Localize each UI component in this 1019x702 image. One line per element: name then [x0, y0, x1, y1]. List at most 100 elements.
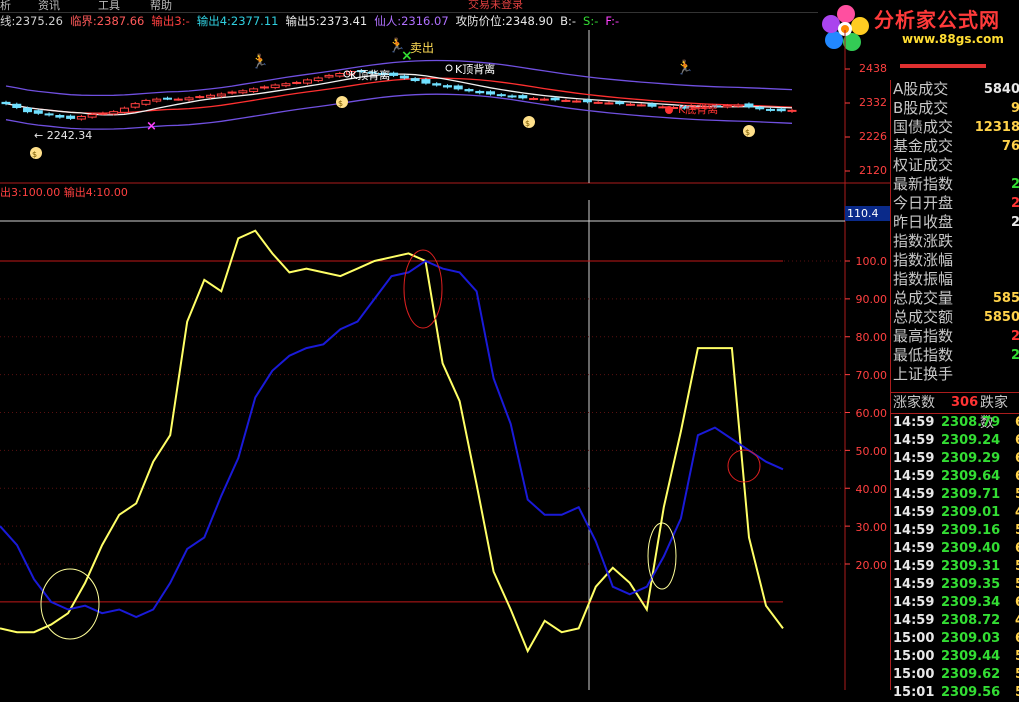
tick-row[interactable]: 15:002309.036 — [893, 630, 1019, 648]
stat-row[interactable]: 总成交额5850 — [893, 308, 1019, 327]
tick-time: 15:00 — [893, 631, 934, 646]
tick-row[interactable]: 14:592308.724 — [893, 612, 1019, 630]
osc-tick: 50.00 — [845, 445, 887, 458]
runner-icon: 🏃 — [388, 37, 405, 54]
tick-row[interactable]: 14:592309.355 — [893, 576, 1019, 594]
tick-row[interactable]: 14:592309.165 — [893, 522, 1019, 540]
stat-label: 总成交额 — [893, 308, 953, 326]
tick-price: 2308.72 — [941, 612, 1000, 630]
candle-body — [583, 100, 591, 102]
stat-row[interactable]: 最高指数2 — [893, 327, 1019, 346]
stat-row[interactable]: 上证换手 — [893, 365, 1019, 384]
tick-row[interactable]: 15:002309.625 — [893, 666, 1019, 684]
tick-volume: 5 — [1015, 576, 1019, 594]
stat-row[interactable]: 最低指数 2 — [893, 346, 1019, 365]
tick-volume: 6 — [1015, 540, 1019, 558]
price-tick: 2332 — [845, 96, 887, 109]
candle-body — [164, 98, 172, 99]
tick-row[interactable]: 14:592309.315 — [893, 558, 1019, 576]
price-panel — [2, 61, 850, 172]
candle-body — [228, 92, 236, 93]
signal-circle — [648, 523, 676, 589]
tick-time: 14:59 — [893, 433, 934, 448]
stat-row[interactable]: 权证成交 — [893, 156, 1019, 175]
tick-volume: 5 — [1015, 648, 1019, 666]
candle-body — [530, 99, 538, 100]
candle-body — [766, 109, 774, 110]
tick-row[interactable]: 14:592309.346 — [893, 594, 1019, 612]
stat-row[interactable]: 最新指数2 — [893, 175, 1019, 194]
blue-indicator-line — [0, 261, 783, 617]
candle-body — [411, 79, 419, 81]
tick-time: 14:59 — [893, 523, 934, 538]
stat-row[interactable]: B股成交9 — [893, 99, 1019, 118]
candle-body — [777, 109, 785, 111]
tick-time: 14:59 — [893, 415, 934, 430]
price-axis: 2438 2332 2226 2120 — [845, 60, 889, 183]
svg-text:$: $ — [525, 119, 530, 128]
candle-body — [400, 76, 408, 78]
low-price-label: ← 2242.34 — [34, 129, 92, 142]
candle-body — [207, 95, 215, 97]
stat-row[interactable]: 今日开盘2 — [893, 194, 1019, 213]
candle-body — [626, 104, 634, 105]
logo-url[interactable]: www.88gs.com — [902, 32, 1004, 46]
osc-tick: 40.00 — [845, 483, 887, 496]
candle-body — [390, 73, 398, 75]
k-top-divergence-label: K顶背离 — [350, 68, 390, 82]
stat-label: B股成交 — [893, 99, 948, 117]
stat-label: 指数涨幅 — [893, 251, 953, 269]
tick-price: 2309.01 — [941, 504, 1000, 522]
osc-tick: 30.00 — [845, 521, 887, 534]
tick-row[interactable]: 14:592309.715 — [893, 486, 1019, 504]
tick-time: 14:59 — [893, 487, 934, 502]
tick-row[interactable]: 14:592309.296 — [893, 450, 1019, 468]
stat-row[interactable]: 国债成交12318 — [893, 118, 1019, 137]
candle-body — [605, 103, 613, 104]
osc-tick: 70.00 — [845, 369, 887, 382]
stat-row[interactable]: 基金成交76 — [893, 137, 1019, 156]
bottom-divergence-dot — [665, 106, 673, 114]
candle-body — [637, 105, 645, 106]
stat-label: 最低指数 — [893, 346, 953, 364]
stat-row[interactable]: 指数振幅 — [893, 270, 1019, 289]
tick-row[interactable]: 15:002309.445 — [893, 648, 1019, 666]
tick-volume: 4 — [1015, 504, 1019, 522]
tick-row[interactable]: 14:592308.796 — [893, 414, 1019, 432]
money-bag-icon: $ — [30, 147, 42, 159]
stat-row[interactable]: A股成交5840 — [893, 80, 1019, 99]
candle-body — [336, 73, 344, 76]
candle-body — [659, 107, 667, 108]
stat-row[interactable]: 昨日收盘2 — [893, 213, 1019, 232]
candle-body — [454, 86, 462, 89]
chart-canvas[interactable]: 卖出 K顶背离 K顶背离 K底背离 ← 2242.34 × × $ $ $ $ … — [0, 0, 890, 690]
logo-title: 分析家公式网 — [874, 4, 1000, 33]
candle-body — [465, 90, 473, 91]
candle-body — [422, 80, 430, 84]
candle-body — [217, 94, 225, 96]
tick-price: 2309.62 — [941, 666, 1000, 684]
stat-value: 585 — [993, 289, 1019, 308]
candle-body — [185, 98, 193, 100]
stat-value: 2 — [1011, 346, 1019, 365]
tick-row[interactable]: 14:592309.246 — [893, 432, 1019, 450]
stat-row[interactable]: 总成交量585 — [893, 289, 1019, 308]
stat-row[interactable]: 指数涨跌 — [893, 232, 1019, 251]
tick-volume: 6 — [1015, 594, 1019, 612]
osc-tick: 20.00 — [845, 559, 887, 572]
tick-time: 14:59 — [893, 469, 934, 484]
tick-volume: 5 — [1015, 558, 1019, 576]
tick-price: 2309.24 — [941, 432, 1000, 450]
price-tick: 2438 — [845, 62, 887, 75]
tick-row[interactable]: 15:012309.565 — [893, 684, 1019, 702]
tick-row[interactable]: 14:592309.406 — [893, 540, 1019, 558]
candle-body — [2, 102, 10, 103]
candle-body — [648, 104, 656, 106]
top-divergence-marker — [446, 65, 452, 71]
candle-body — [734, 105, 742, 106]
tick-time: 14:59 — [893, 613, 934, 628]
tick-row[interactable]: 14:592309.014 — [893, 504, 1019, 522]
stat-row[interactable]: 指数涨幅 — [893, 251, 1019, 270]
candle-body — [562, 100, 570, 101]
tick-row[interactable]: 14:592309.646 — [893, 468, 1019, 486]
